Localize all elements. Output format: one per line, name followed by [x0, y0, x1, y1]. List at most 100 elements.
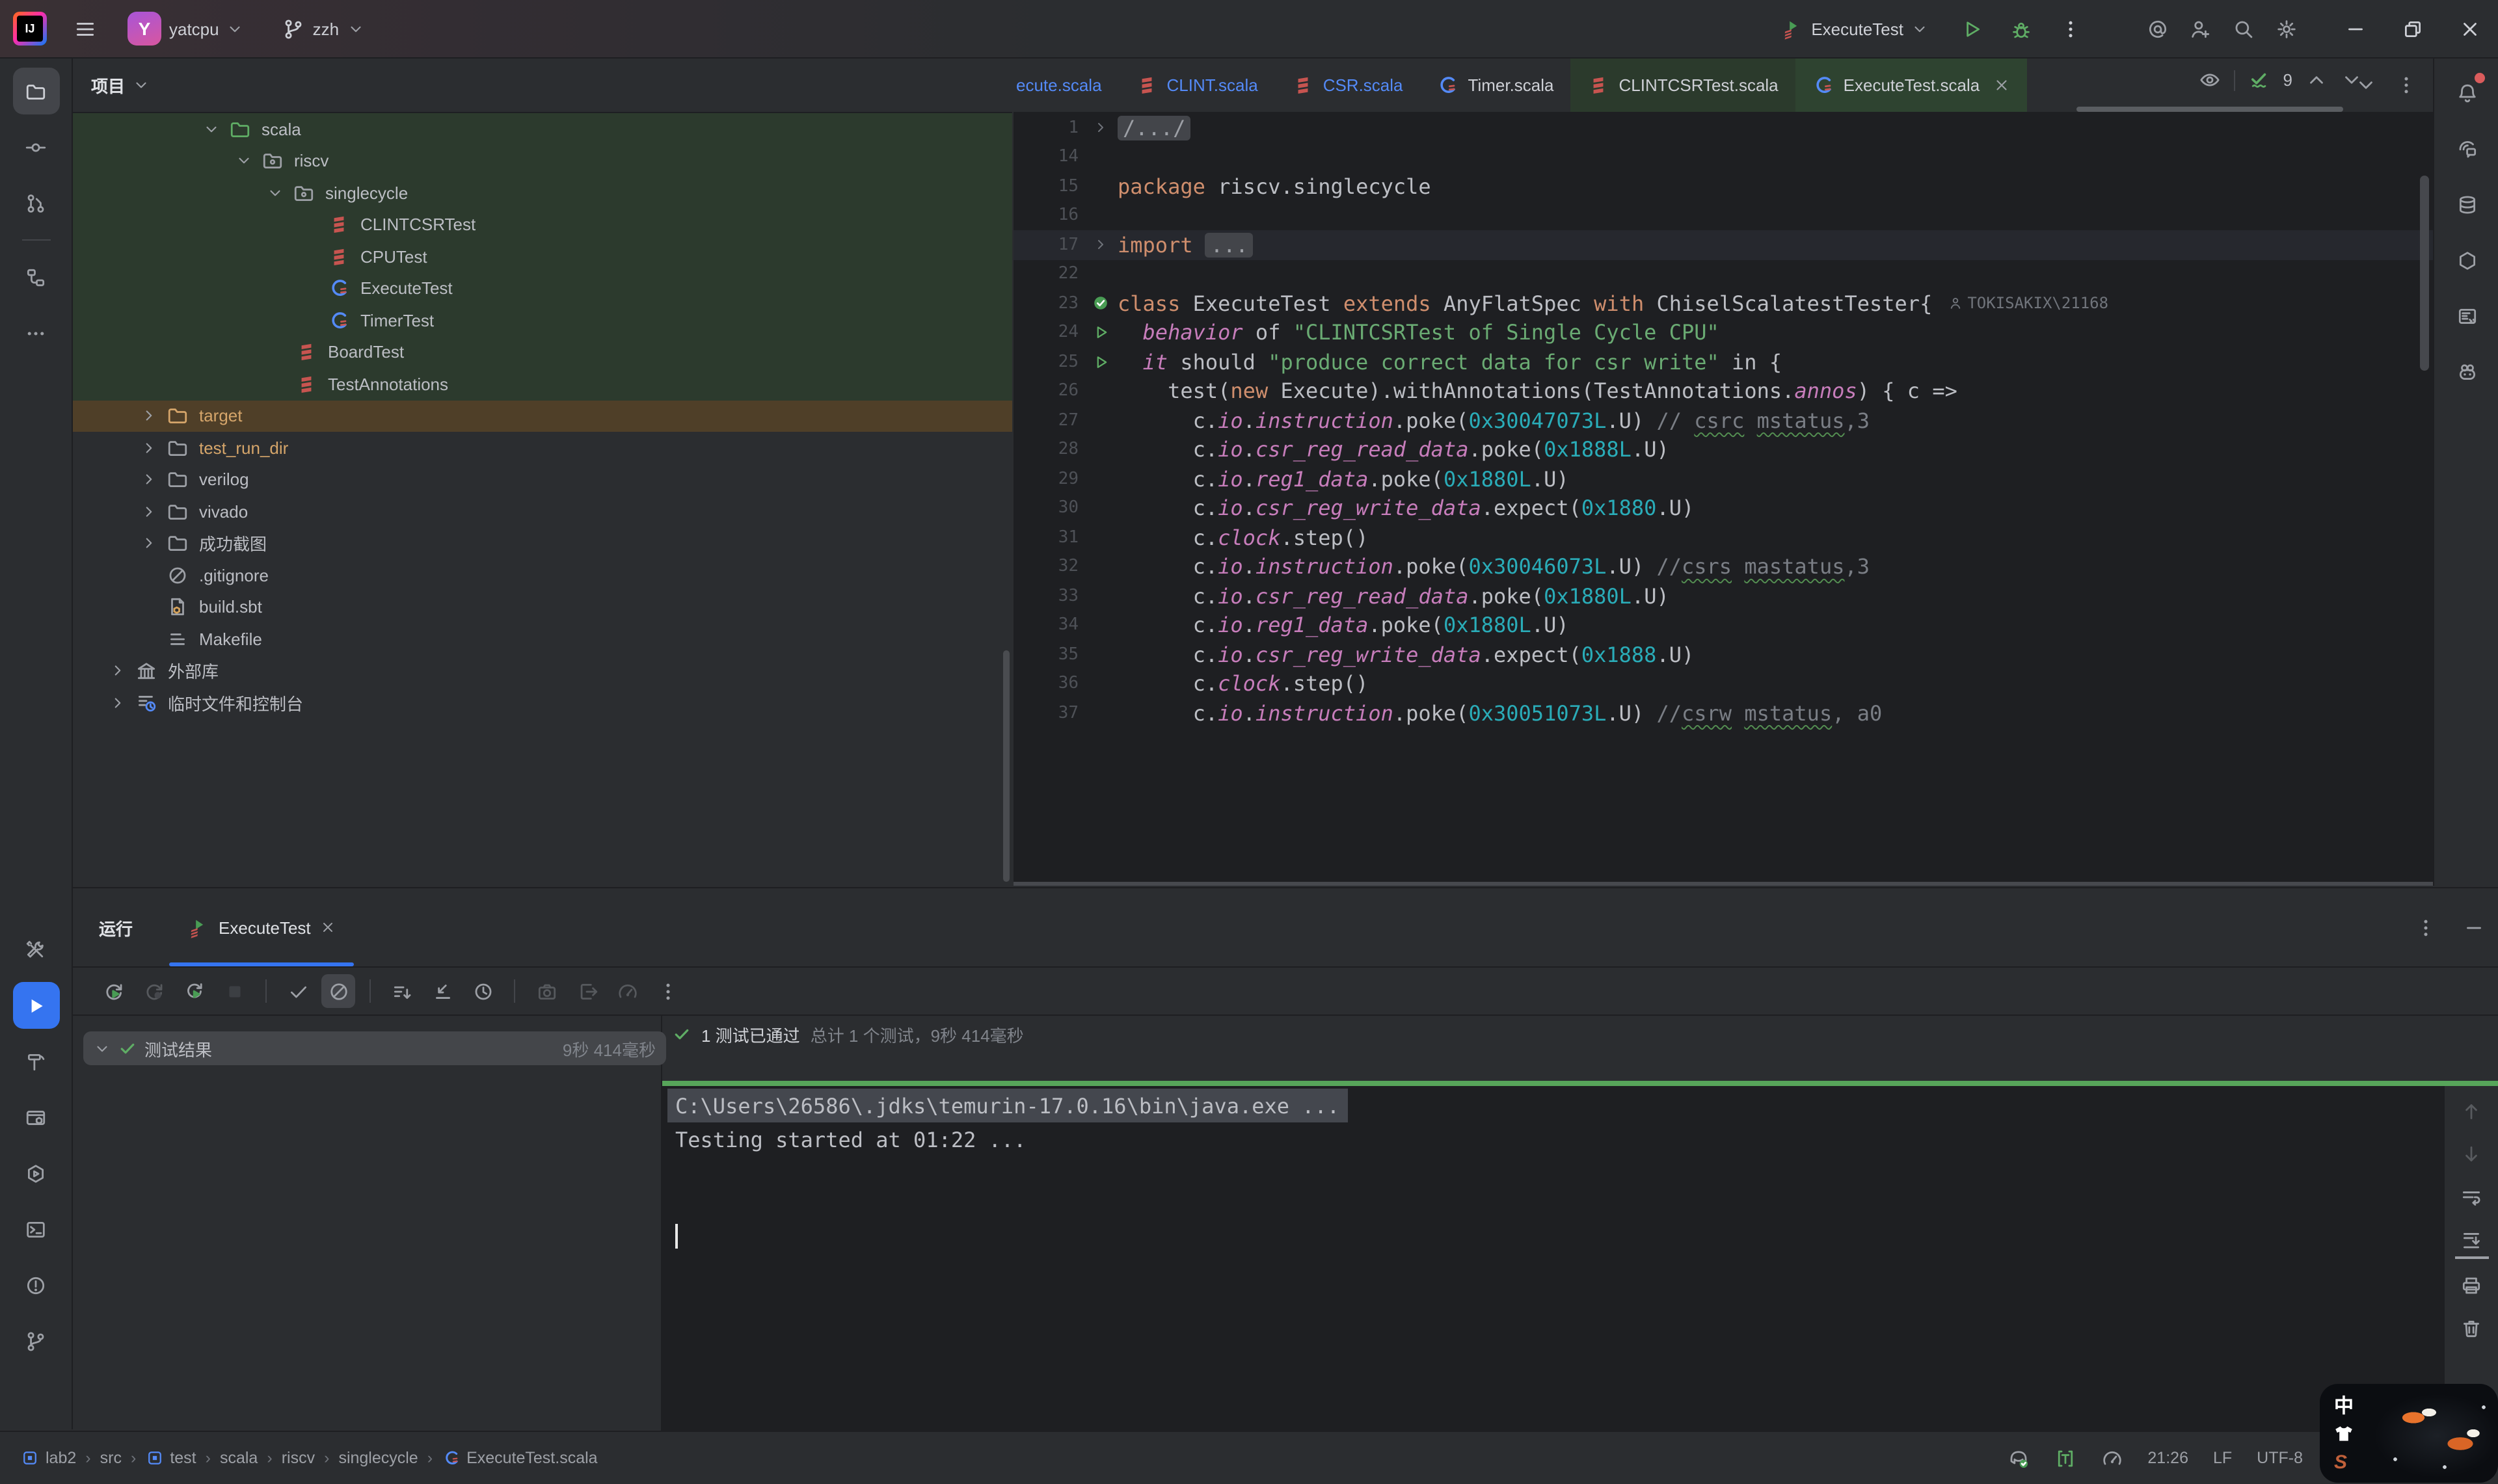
rail-build-button[interactable]	[12, 1038, 59, 1085]
ime-logo[interactable]: S	[2334, 1451, 2347, 1474]
rail-ai-assistant-button[interactable]	[2445, 126, 2489, 170]
gutter-slot[interactable]	[1084, 295, 1118, 313]
gutter-slot[interactable]	[1084, 120, 1118, 136]
rail-commit-button[interactable]	[12, 124, 59, 170]
code-line-37[interactable]: 37 c.io.instruction.poke(0x30051073L.U) …	[1014, 698, 2433, 728]
chevron-up-icon[interactable]	[2305, 69, 2328, 91]
tree-item-.gitignore[interactable]: .gitignore	[73, 559, 1012, 591]
breadcrumb-test[interactable]: test	[145, 1449, 196, 1467]
code-line-1[interactable]: 1 /.../	[1014, 113, 2433, 142]
project-widget[interactable]: Y yatcpu	[122, 9, 249, 48]
gutter-slot[interactable]	[1084, 354, 1118, 371]
run-toolbar-rerunfail-button[interactable]	[137, 974, 170, 1008]
tree-item-verilog[interactable]: verilog	[73, 464, 1012, 496]
tree-item-test_run_dir[interactable]: test_run_dir	[73, 432, 1012, 464]
run-toolbar-export-button[interactable]	[570, 974, 604, 1008]
caret-position[interactable]: 21:26	[2147, 1449, 2188, 1467]
line-separator[interactable]: LF	[2213, 1449, 2232, 1467]
console-scrollend-button[interactable]	[2454, 1223, 2488, 1259]
code-line-23[interactable]: 23 class ExecuteTest extends AnyFlatSpec…	[1014, 289, 2433, 318]
breadcrumb-lab2[interactable]: lab2	[21, 1449, 76, 1467]
editor-tab-CLINTCSRTest.scala[interactable]: CLINTCSRTest.scala	[1571, 59, 1795, 112]
chevron-down-icon[interactable]	[133, 77, 150, 94]
editor-splitter[interactable]	[1014, 882, 2433, 886]
code-line-16[interactable]: 16	[1014, 201, 2433, 230]
tab-options-button[interactable]	[2395, 74, 2417, 96]
run-toolbar-rerunsbt-button[interactable]	[177, 974, 211, 1008]
rail-tools-button[interactable]	[12, 926, 59, 973]
console-output[interactable]: C:\Users\26586\.jdks\temurin-17.0.16\bin…	[662, 1086, 2445, 1431]
editor-tab-CLINT.scala[interactable]: CLINT.scala	[1119, 59, 1275, 112]
tree-item-临时文件和控制台[interactable]: 临时文件和控制台	[73, 687, 1012, 719]
more-actions-button[interactable]	[2045, 9, 2095, 48]
rail-documentation-button[interactable]	[2445, 294, 2489, 338]
vcs-branch-widget[interactable]: zzh	[278, 9, 369, 48]
run-toolbar-check-button[interactable]	[281, 974, 315, 1008]
console-softwrap-button[interactable]	[2454, 1180, 2488, 1213]
tree-item-scala[interactable]: scala	[73, 113, 1012, 145]
code-line-17[interactable]: 17 import ...	[1014, 230, 2433, 259]
rail-terminal-button[interactable]	[12, 1206, 59, 1252]
code-line-24[interactable]: 24 behavior of "CLINTCSRTest of Single C…	[1014, 318, 2433, 347]
tree-item-CPUTest[interactable]: CPUTest	[73, 241, 1012, 272]
console-line[interactable]: C:\Users\26586\.jdks\temurin-17.0.16\bin…	[667, 1089, 1347, 1122]
run-toolbar-morev-button[interactable]	[651, 974, 684, 1008]
search-everywhere-button[interactable]	[2233, 18, 2255, 40]
code-line-27[interactable]: 27 c.io.instruction.poke(0x30047073L.U) …	[1014, 406, 2433, 435]
project-scrollbar[interactable]	[1003, 650, 1010, 882]
rail-version-control-button[interactable]	[12, 1318, 59, 1364]
tree-item-TestAnnotations[interactable]: TestAnnotations	[73, 368, 1012, 400]
tree-item-BoardTest[interactable]: BoardTest	[73, 336, 1012, 368]
tree-item-riscv[interactable]: riscv	[73, 145, 1012, 177]
maximize-button[interactable]	[2384, 0, 2441, 57]
rail-pull-requests-button[interactable]	[12, 179, 59, 226]
translation-plugin[interactable]	[2054, 1447, 2076, 1469]
editor-tab-ecute.scala[interactable]: ecute.scala	[1014, 59, 1119, 112]
copilot-status[interactable]	[2007, 1447, 2029, 1469]
code-line-32[interactable]: 32 c.io.instruction.poke(0x30046073L.U) …	[1014, 552, 2433, 581]
tree-item-singlecycle[interactable]: singlecycle	[73, 177, 1012, 209]
editor-tab-CSR.scala[interactable]: CSR.scala	[1275, 59, 1420, 112]
author-inlay-hint[interactable]: TOKISAKIX\21168	[1948, 295, 2108, 313]
code-line-34[interactable]: 34 c.io.reg1_data.poke(0x1880L.U)	[1014, 611, 2433, 640]
code-line-29[interactable]: 29 c.io.reg1_data.poke(0x1880L.U)	[1014, 464, 2433, 494]
chevron-down-icon[interactable]	[2341, 69, 2363, 91]
console-trash-button[interactable]	[2454, 1311, 2488, 1345]
tree-item-target[interactable]: target	[73, 400, 1012, 432]
close-button[interactable]	[2441, 0, 2498, 57]
editor-scrollbar[interactable]	[2420, 176, 2429, 371]
run-button[interactable]	[1946, 9, 1996, 48]
rail-structure-button[interactable]	[12, 254, 59, 300]
code-line-25[interactable]: 25 it should "produce correct data for c…	[1014, 347, 2433, 377]
gutter-slot[interactable]	[1084, 237, 1118, 253]
breadcrumb-singlecycle[interactable]: singlecycle	[338, 1449, 418, 1467]
code-with-me-button[interactable]	[2190, 18, 2212, 40]
eye-icon[interactable]	[2199, 69, 2221, 91]
console-printer-button[interactable]	[2454, 1268, 2488, 1302]
rail-services-button[interactable]	[12, 1094, 59, 1141]
tree-item-Makefile[interactable]: Makefile	[73, 623, 1012, 655]
code-line-15[interactable]: 15 package riscv.singlecycle	[1014, 172, 2433, 201]
console-line[interactable]: Testing started at 01:22 ...	[667, 1122, 1034, 1156]
tab-scrollbar[interactable]	[2076, 107, 2343, 112]
console-arrowup-button[interactable]	[2454, 1094, 2488, 1128]
run-toolbar-rerun-button[interactable]	[96, 974, 130, 1008]
code-line-30[interactable]: 30 c.io.csr_reg_write_data.expect(0x1880…	[1014, 494, 2433, 523]
rail-notifications-button[interactable]	[2445, 70, 2489, 114]
tree-item-ExecuteTest[interactable]: ExecuteTest	[73, 272, 1012, 304]
input-method-overlay[interactable]: 中 S	[2320, 1384, 2498, 1483]
tree-item-vivado[interactable]: vivado	[73, 496, 1012, 527]
typo-check-icon[interactable]	[2248, 69, 2270, 91]
ime-mode-indicator[interactable]: 中	[2334, 1392, 2354, 1419]
ai-assistant-button[interactable]	[2147, 18, 2169, 40]
run-toolbar-clockhist-button[interactable]	[466, 974, 500, 1008]
run-tab[interactable]: ExecuteTest	[169, 888, 354, 966]
breadcrumb-riscv[interactable]: riscv	[282, 1449, 315, 1467]
code-line-35[interactable]: 35 c.io.csr_reg_write_data.expect(0x1888…	[1014, 640, 2433, 669]
editor-tab-Timer.scala[interactable]: Timer.scala	[1420, 59, 1571, 112]
hide-panel-icon[interactable]	[2463, 916, 2485, 938]
rail-project-button[interactable]	[12, 68, 59, 114]
run-toolbar-stop-button[interactable]	[217, 974, 251, 1008]
debug-button[interactable]	[1996, 9, 2045, 48]
main-menu-button[interactable]	[60, 9, 109, 48]
